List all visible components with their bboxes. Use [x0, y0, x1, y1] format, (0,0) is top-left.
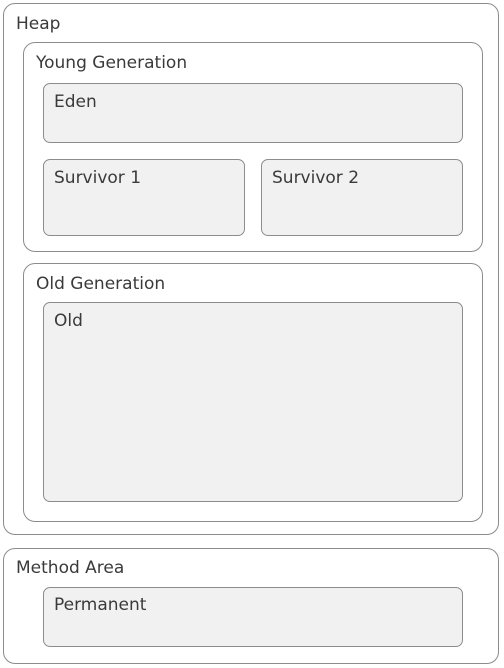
old-label: Old — [54, 311, 83, 331]
survivor-1-label: Survivor 1 — [54, 168, 142, 188]
old-space: Old — [43, 302, 463, 502]
eden-space: Eden — [43, 83, 463, 143]
heap-region: Heap Young Generation Eden Survivor 1 Su… — [3, 3, 499, 535]
method-area-region: Method Area Permanent — [3, 548, 499, 664]
method-area-label: Method Area — [16, 558, 125, 578]
young-generation-label: Young Generation — [36, 53, 188, 73]
old-generation-label: Old Generation — [36, 274, 166, 294]
survivor-2-label: Survivor 2 — [272, 168, 360, 188]
permanent-label: Permanent — [54, 595, 147, 615]
permanent-space: Permanent — [43, 587, 463, 647]
young-generation-region: Young Generation Eden Survivor 1 Survivo… — [23, 42, 483, 252]
old-generation-region: Old Generation Old — [23, 263, 483, 522]
survivor-2-space: Survivor 2 — [261, 159, 463, 236]
survivor-1-space: Survivor 1 — [43, 159, 245, 236]
eden-label: Eden — [54, 92, 97, 112]
heap-label: Heap — [16, 14, 61, 34]
